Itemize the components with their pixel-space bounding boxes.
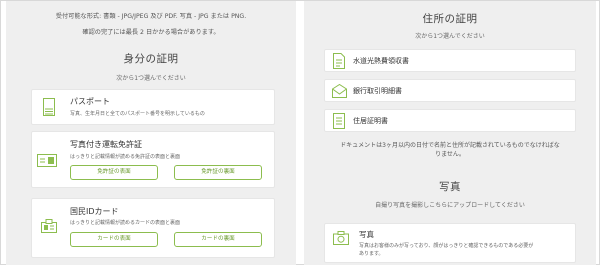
page-frame: 受付可能な形式: 書類 - JPG/JPEG 及び PDF. 写真 - JPG … (0, 0, 600, 265)
national-id-description: はっきりと記載情報が読めるカードの表面と裏面 (70, 220, 181, 226)
passport-description: 写真、生年月日と全てのパスポート番号を明示しているもの (70, 111, 205, 117)
residence-certificate-icon (333, 113, 345, 129)
drivers-license-icon (37, 154, 57, 167)
drivers-license-title: 写真付き運転免許証 (70, 140, 142, 149)
passport-card[interactable]: パスポート 写真、生年月日と全てのパスポート番号を明示しているもの (31, 89, 275, 125)
verification-time-note: 確認の完了には最長 2 日かかる場合があります。 (82, 29, 220, 36)
utility-bill-option[interactable]: 水道光熱費領収書 (324, 49, 576, 72)
id-front-upload-button[interactable]: カードの表面 (70, 232, 158, 247)
photo-card-title: 写真 (359, 230, 374, 239)
address-proof-title: 住所の証明 (422, 13, 478, 25)
photo-section-subtitle: 自撮り写真を撮影しこちらにアップロードしてください (375, 202, 525, 209)
document-date-note-line1: ドキュメントは3ヶ月以内の日付で名前と住所が記載されているものでなければな (340, 142, 560, 149)
id-back-upload-button[interactable]: カードの裏面 (174, 232, 262, 247)
id-card-icon (41, 219, 57, 233)
identity-proof-panel: 受付可能な形式: 書類 - JPG/JPEG 及び PDF. 写真 - JPG … (6, 1, 296, 265)
camera-icon (333, 231, 349, 245)
license-back-upload-button[interactable]: 免許証の裏面 (174, 165, 262, 180)
identity-proof-subtitle: 次から1つ選んでください (116, 75, 186, 82)
bank-statement-label: 銀行取引明細書 (353, 87, 402, 95)
photo-card-description-line2: あります。 (359, 251, 384, 257)
utility-bill-icon (333, 53, 345, 69)
passport-title: パスポート (70, 97, 110, 106)
accepted-formats-note: 受付可能な形式: 書類 - JPG/JPEG 及び PDF. 写真 - JPG … (55, 13, 247, 20)
photo-card-description-line1: 写真はお客様のみが写っており、顔がはっきりと確認できるものである必要が (359, 243, 534, 249)
photo-section-title: 写真 (439, 181, 461, 193)
drivers-license-description: はっきりと記載情報が読める免許証の表面と裏面 (70, 154, 181, 160)
license-front-upload-button[interactable]: 免許証の表面 (70, 165, 158, 180)
address-proof-panel: 住所の証明 次から1つ選んでください 水道光熱費領収書 銀行取引明細書 住居証明… (304, 1, 596, 265)
drivers-license-card: 写真付き運転免許証 はっきりと記載情報が読める免許証の表面と裏面 免許証の表面 … (31, 131, 275, 188)
residence-certificate-option[interactable]: 住居証明書 (324, 109, 576, 132)
address-proof-subtitle: 次から1つ選んでください (415, 33, 485, 40)
national-id-card: 国民IDカード はっきりと記載情報が読めるカードの表面と裏面 カードの表面 カー… (31, 198, 275, 258)
utility-bill-label: 水道光熱費領収書 (353, 57, 409, 65)
identity-proof-title: 身分の証明 (123, 53, 179, 65)
passport-icon (43, 98, 55, 116)
bank-statement-option[interactable]: 銀行取引明細書 (324, 79, 576, 102)
bank-statement-icon (332, 84, 347, 98)
photo-upload-card[interactable]: 写真 写真はお客様のみが写っており、顔がはっきりと確認できるものである必要が あ… (324, 223, 576, 263)
document-date-note-line2: りません。 (435, 151, 465, 158)
national-id-title: 国民IDカード (70, 207, 119, 216)
residence-certificate-label: 住居証明書 (353, 117, 388, 125)
